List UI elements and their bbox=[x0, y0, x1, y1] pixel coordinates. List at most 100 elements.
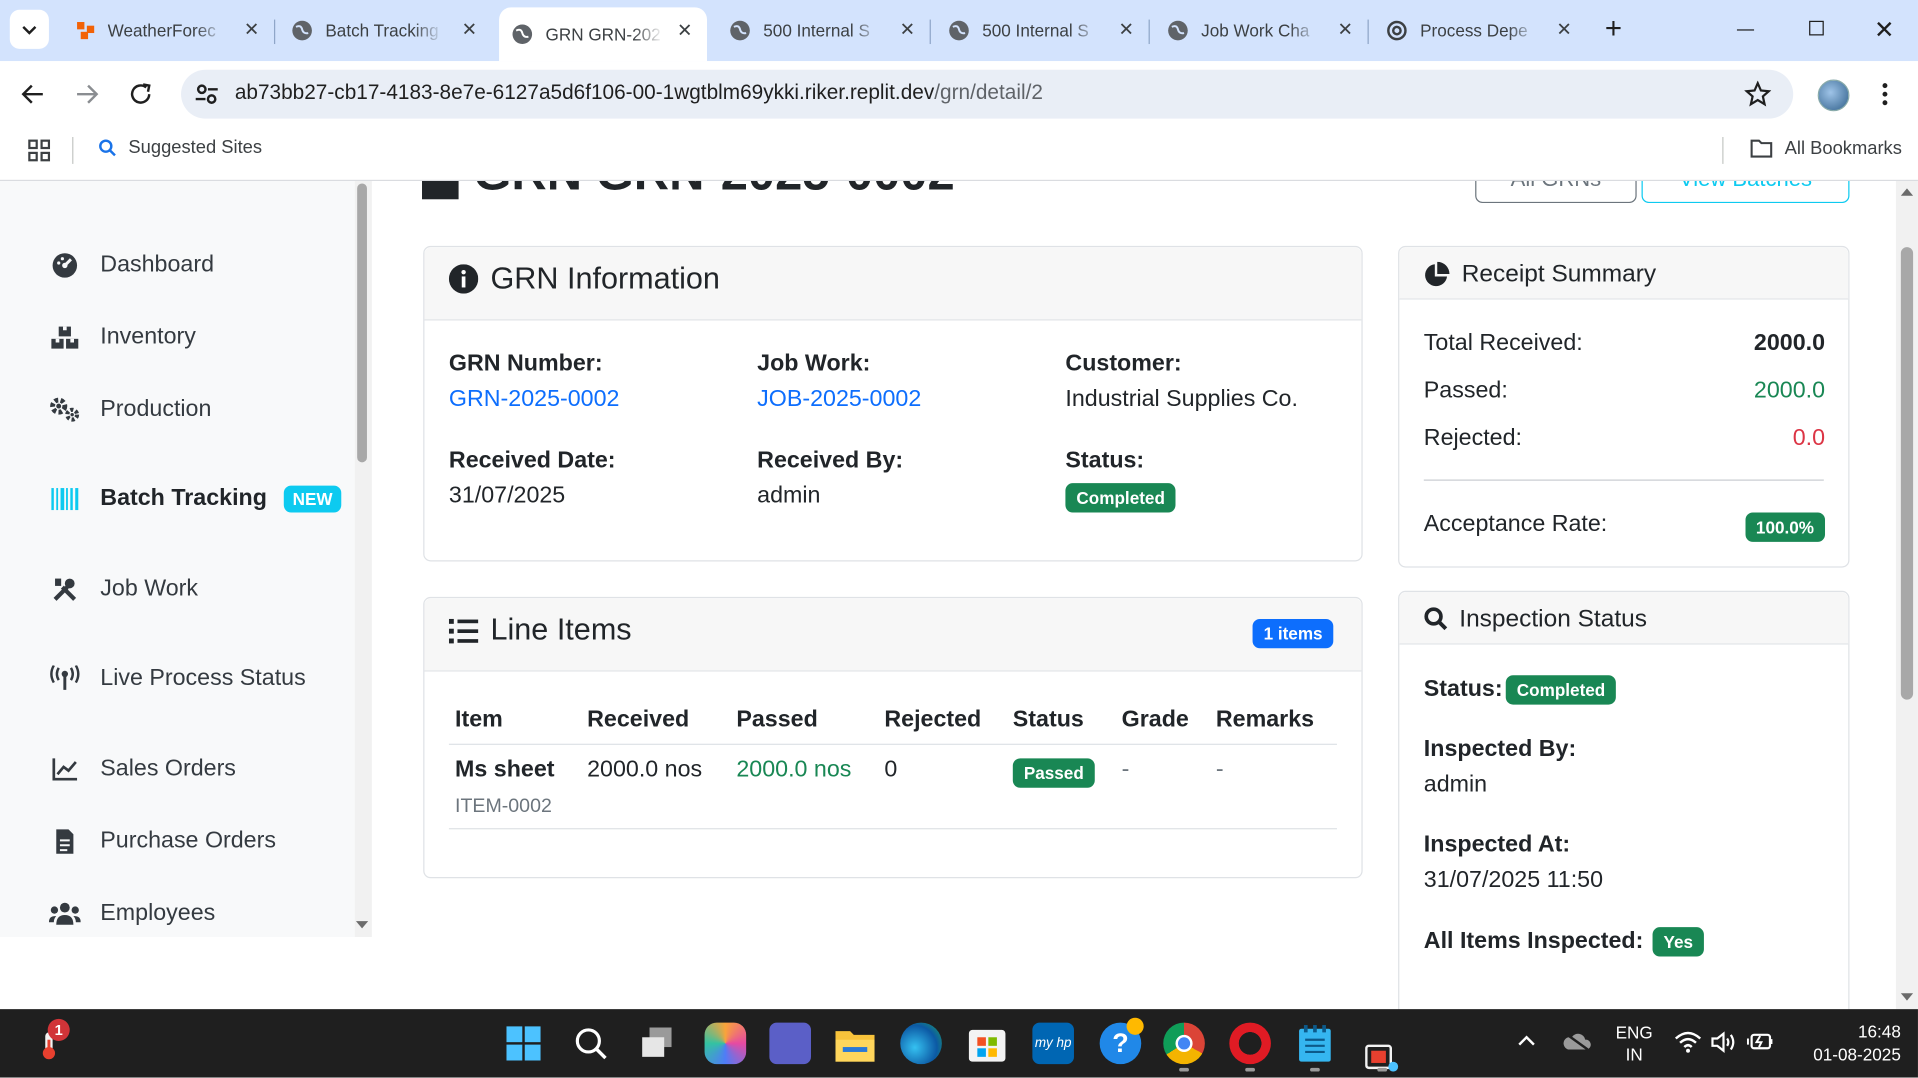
received-date-label: Received Date: bbox=[448, 447, 616, 474]
sidebar-item-sales-orders[interactable]: Sales Orders bbox=[49, 751, 236, 788]
column-header-passed: Passed bbox=[736, 707, 818, 733]
site-info-icon[interactable] bbox=[193, 81, 220, 108]
notification-badge: 1 bbox=[47, 1018, 70, 1041]
column-header-rejected: Rejected bbox=[884, 707, 982, 733]
page-scrollbar-thumb[interactable] bbox=[1900, 247, 1914, 700]
minimize-icon[interactable] bbox=[1736, 29, 1755, 31]
rejected-label: Rejected: bbox=[1423, 425, 1523, 452]
apps-grid-icon[interactable] bbox=[27, 138, 51, 162]
avatar[interactable] bbox=[1817, 79, 1850, 112]
region-code: IN bbox=[1625, 1044, 1643, 1065]
sidebar-item-employees[interactable]: Employees bbox=[48, 895, 216, 932]
sidebar-item-live-process-status[interactable]: Live Process Status bbox=[49, 661, 306, 698]
volume-icon[interactable] bbox=[1710, 1031, 1737, 1054]
browser-tab-active[interactable]: GRN GRN-202 ✕ bbox=[499, 7, 708, 62]
all-bookmarks-link[interactable]: All Bookmarks bbox=[1749, 137, 1902, 159]
close-icon[interactable]: ✕ bbox=[677, 22, 692, 40]
chevron-up-icon[interactable] bbox=[1517, 1035, 1537, 1047]
restore-icon[interactable] bbox=[1809, 20, 1824, 36]
tab-title: WeatherForec bbox=[107, 20, 216, 41]
edge-icon[interactable] bbox=[900, 1022, 942, 1065]
passed-value: 2000.0 bbox=[1753, 377, 1826, 404]
close-icon[interactable]: ✕ bbox=[1556, 21, 1571, 39]
star-icon[interactable] bbox=[1744, 80, 1772, 108]
sidebar: Dashboard Inventory Production Batch Tra… bbox=[0, 181, 355, 937]
search-icon[interactable] bbox=[574, 1026, 608, 1060]
notepad-icon[interactable] bbox=[1299, 1025, 1331, 1062]
chrome-icon[interactable] bbox=[1163, 1022, 1205, 1065]
view-batches-button[interactable]: View Batches bbox=[1641, 181, 1850, 204]
search-icon bbox=[1424, 607, 1448, 631]
close-icon[interactable]: ✕ bbox=[1119, 21, 1134, 39]
myhp-icon[interactable]: my hp bbox=[1032, 1022, 1074, 1065]
reload-icon[interactable] bbox=[127, 81, 154, 108]
sidebar-item-label: Sales Orders bbox=[100, 755, 236, 782]
close-icon[interactable]: ✕ bbox=[900, 21, 915, 39]
browser-tab[interactable]: 500 Internal S ✕ bbox=[941, 10, 1149, 52]
receipt-icon bbox=[422, 181, 459, 199]
total-received-value: 2000.0 bbox=[1753, 330, 1826, 356]
sidebar-item-production[interactable]: Production bbox=[49, 391, 211, 428]
close-window-icon[interactable]: ✕ bbox=[1874, 15, 1895, 46]
forward-icon[interactable] bbox=[73, 81, 100, 108]
task-view-icon[interactable] bbox=[640, 1027, 674, 1059]
status-badge: Completed bbox=[1065, 483, 1176, 513]
onedrive-icon[interactable] bbox=[1562, 1031, 1591, 1051]
inspected-by-value: admin bbox=[1423, 771, 1488, 798]
new-badge: NEW bbox=[284, 485, 342, 513]
grn-number-link[interactable]: GRN-2025-0002 bbox=[449, 387, 620, 414]
browser-tab[interactable]: Job Work Cha ✕ bbox=[1160, 10, 1368, 52]
language-indicator[interactable]: ENG IN bbox=[1615, 1021, 1654, 1065]
sidebar-item-job-work[interactable]: Job Work bbox=[49, 571, 198, 608]
table-row: Ms sheet ITEM-0002 2000.0 nos 2000.0 nos… bbox=[449, 745, 1337, 828]
job-work-link[interactable]: JOB-2025-0002 bbox=[757, 387, 921, 414]
kebab-menu-icon[interactable] bbox=[1881, 81, 1888, 108]
scroll-up-arrow-icon[interactable] bbox=[1900, 187, 1915, 197]
items-count-badge: 1 items bbox=[1252, 618, 1334, 649]
teams-icon[interactable] bbox=[769, 1022, 811, 1065]
sidebar-item-purchase-orders[interactable]: Purchase Orders bbox=[49, 823, 276, 860]
tab-search-button[interactable] bbox=[9, 9, 49, 49]
battery-icon[interactable] bbox=[1746, 1031, 1774, 1053]
suggested-sites-label: Suggested Sites bbox=[128, 136, 263, 158]
browser-tab[interactable]: 500 Internal S ✕ bbox=[722, 10, 930, 52]
browser-tab[interactable]: WeatherForec ✕ bbox=[66, 10, 274, 52]
copilot-icon[interactable] bbox=[704, 1022, 747, 1065]
grn-information-card: GRN Information GRN Number: GRN-2025-000… bbox=[423, 245, 1363, 562]
scroll-down-arrow-icon[interactable] bbox=[1900, 992, 1915, 1002]
url-path: /grn/detail/2 bbox=[934, 80, 1043, 104]
clock-time: 16:48 bbox=[1857, 1021, 1901, 1041]
sidebar-item-batch-tracking[interactable]: Batch Tracking NEW bbox=[49, 481, 342, 518]
browser-tab[interactable]: Process Depe ✕ bbox=[1379, 10, 1587, 52]
wifi-icon[interactable] bbox=[1674, 1031, 1702, 1053]
sidebar-item-label: Employees bbox=[100, 900, 216, 926]
language-code: ENG bbox=[1615, 1022, 1653, 1043]
inspected-by-label: Inspected By: bbox=[1423, 736, 1577, 763]
tab-title: 500 Internal S bbox=[982, 20, 1089, 41]
url-text[interactable]: ab73bb27-cb17-4183-8e7e-6127a5d6f106-00-… bbox=[235, 81, 1043, 105]
sidebar-item-dashboard[interactable]: Dashboard bbox=[49, 247, 214, 284]
clock[interactable]: 16:48 01-08-2025 bbox=[1788, 1020, 1901, 1066]
new-tab-button[interactable]: + bbox=[1597, 14, 1629, 47]
sidebar-item-inventory[interactable]: Inventory bbox=[49, 319, 196, 356]
inspection-status-badge: Completed bbox=[1505, 675, 1617, 705]
opera-icon[interactable] bbox=[1229, 1022, 1271, 1065]
windows-start-icon[interactable] bbox=[506, 1026, 541, 1061]
sidebar-item-label: Purchase Orders bbox=[100, 828, 276, 854]
close-icon[interactable]: ✕ bbox=[462, 21, 477, 39]
browser-tab[interactable]: Batch Tracking ✕ bbox=[284, 10, 492, 52]
back-icon[interactable] bbox=[20, 81, 47, 108]
sidebar-scrollbar-thumb[interactable] bbox=[357, 183, 367, 463]
close-icon[interactable]: ✕ bbox=[244, 21, 259, 39]
file-explorer-icon[interactable] bbox=[835, 1027, 875, 1062]
card-header: GRN Information bbox=[424, 247, 1362, 321]
close-icon[interactable]: ✕ bbox=[1337, 21, 1352, 39]
scroll-down-arrow-icon[interactable] bbox=[355, 920, 370, 930]
weather-app-icon bbox=[76, 21, 96, 41]
acceptance-rate-label: Acceptance Rate: bbox=[1423, 511, 1608, 537]
microsoft-store-icon[interactable] bbox=[968, 1025, 1006, 1062]
all-grns-button[interactable]: All GRNs bbox=[1475, 181, 1637, 204]
page-title: GRN GRN-2025-0002 bbox=[422, 181, 955, 202]
suggested-sites-link[interactable]: Suggested Sites bbox=[98, 137, 262, 158]
sidebar-item-label: Job Work bbox=[100, 576, 199, 602]
